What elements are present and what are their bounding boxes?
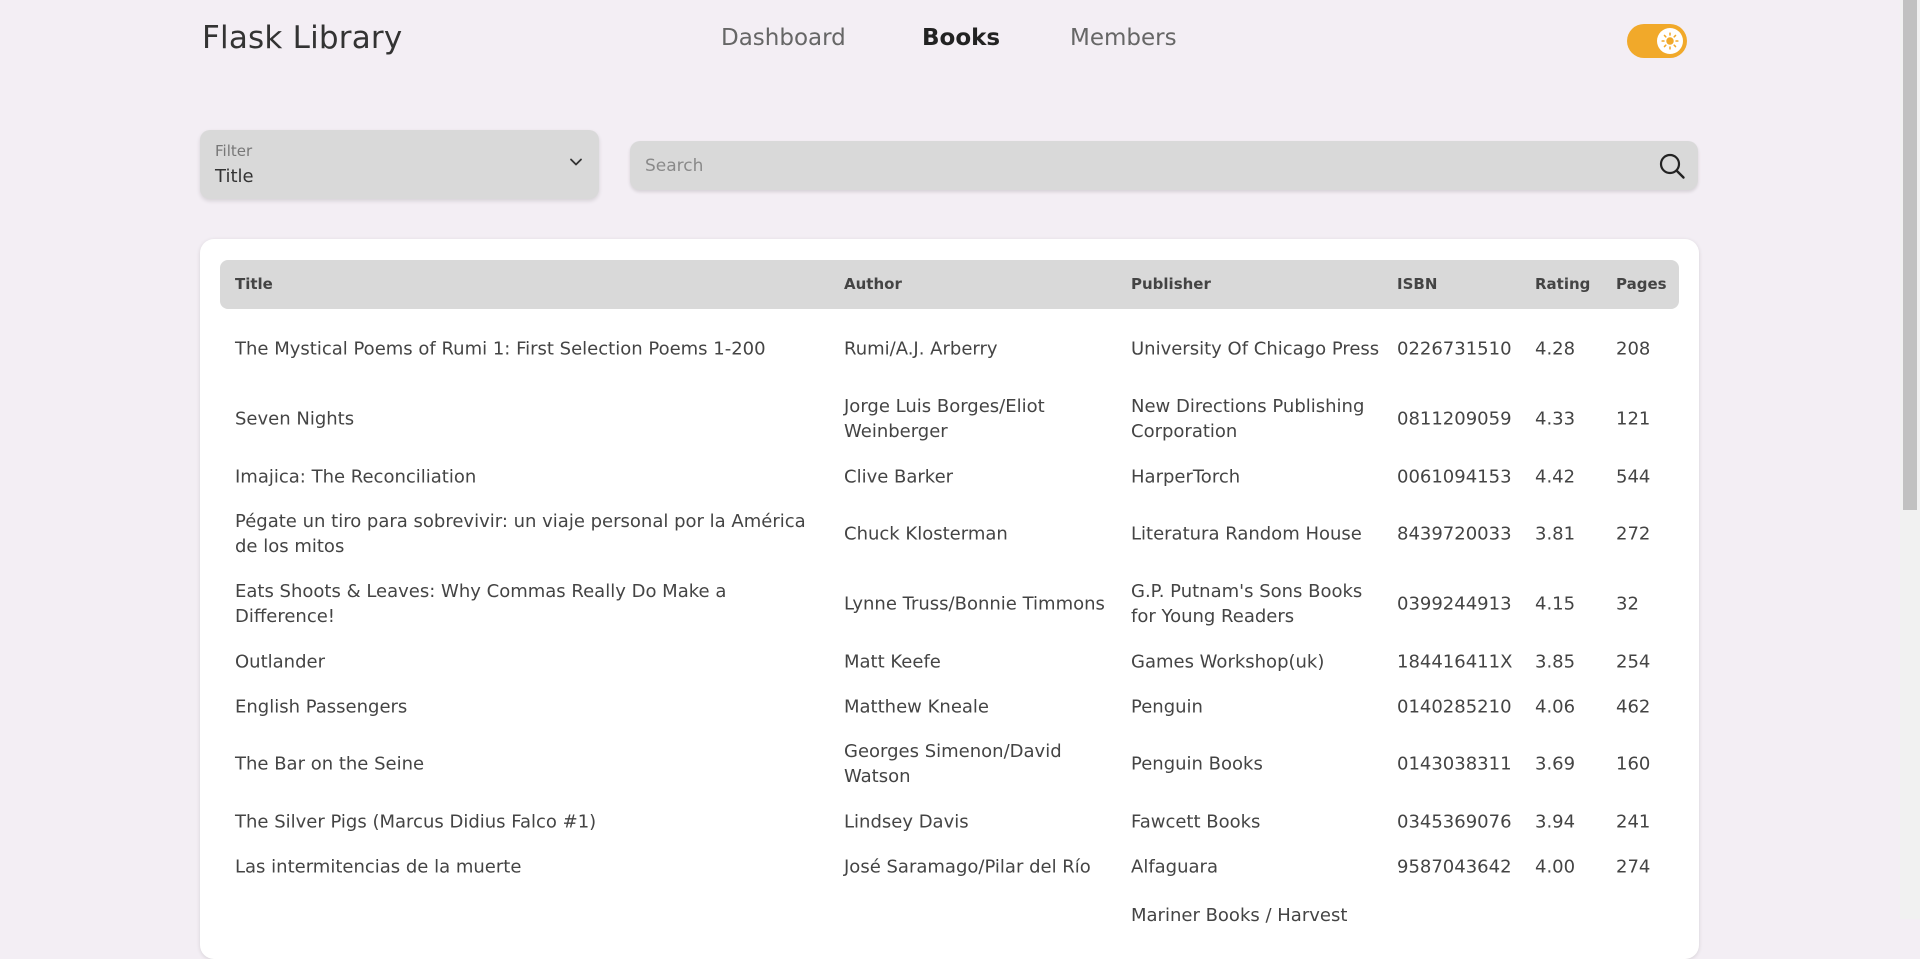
cell-pages: 208 [1616,338,1651,360]
cell-publisher: Alfaguara [1131,856,1218,877]
col-publisher[interactable]: Publisher [1131,275,1211,293]
sun-icon [1661,32,1679,50]
table-row[interactable]: Seven Nights Jorge Luis Borges/Eliot Wei… [220,384,1679,454]
col-rating[interactable]: Rating [1535,275,1590,293]
table-row[interactable]: Pégate un tiro para sobrevivir: un viaje… [220,499,1679,569]
cell-publisher: Mariner Books / Harvest [1131,905,1348,926]
cell-author: Matthew Kneale [844,696,989,717]
cell-author: Clive Barker [844,466,954,487]
table-row[interactable]: Las intermitencias de la muerte José Sar… [220,844,1679,889]
cell-author: Lynne Truss/Bonnie Timmons [844,593,1105,615]
app-title: Flask Library [202,20,403,56]
cell-rating: 3.81 [1535,523,1576,545]
cell-author: José Saramago/Pilar del Río [844,856,1091,877]
cell-title: Seven Nights [235,408,355,430]
search-input[interactable] [630,141,1625,190]
cell-author: Rumi/A.J. Arberry [844,338,998,360]
filter-label: Filter [215,142,253,160]
cell-rating: 4.28 [1535,338,1576,360]
col-isbn[interactable]: ISBN [1397,275,1437,293]
cell-pages: 274 [1616,856,1651,877]
cell-publisher: G.P. Putnam's Sons Books for Young Reade… [1131,581,1363,627]
cell-title: Outlander [235,651,325,672]
theme-toggle[interactable] [1627,24,1687,58]
cell-rating: 3.85 [1535,651,1576,672]
cell-pages: 121 [1616,408,1651,430]
cell-isbn: 0811209059 [1397,408,1512,430]
cell-isbn: 0226731510 [1397,338,1512,360]
cell-author: Matt Keefe [844,651,941,672]
nav-dashboard[interactable]: Dashboard [721,25,846,51]
cell-rating: 4.33 [1535,408,1576,430]
cell-title: Eats Shoots & Leaves: Why Commas Really … [235,581,727,627]
cell-publisher: New Directions Publishing Corporation [1131,396,1365,442]
cell-publisher: Fawcett Books [1131,811,1261,832]
cell-isbn: 9587043642 [1397,856,1512,877]
cell-author: Georges Simenon/David Watson [844,741,1062,787]
cell-title: The Bar on the Seine [235,753,425,775]
chevron-down-icon [570,158,582,166]
nav-books[interactable]: Books [922,25,1000,51]
cell-title: English Passengers [235,696,408,717]
cell-publisher: Literatura Random House [1131,523,1362,545]
cell-publisher: HarperTorch [1131,466,1241,487]
table-row[interactable]: Outlander Matt Keefe Games Workshop(uk) … [220,639,1679,684]
cell-publisher: Penguin Books [1131,753,1263,775]
cell-title: Imajica: The Reconciliation [235,466,477,487]
cell-title: Pégate un tiro para sobrevivir: un viaje… [235,511,806,557]
cell-isbn: 0399244913 [1397,593,1512,615]
cell-title: The Silver Pigs (Marcus Didius Falco #1) [235,811,597,832]
table-row[interactable]: Eats Shoots & Leaves: Why Commas Really … [220,569,1679,639]
cell-isbn: 8439720033 [1397,523,1512,545]
table-row[interactable]: Imajica: The Reconciliation Clive Barker… [220,454,1679,499]
toggle-knob [1657,28,1683,54]
cell-pages: 241 [1616,811,1651,832]
search-bar [630,141,1698,190]
cell-rating: 4.00 [1535,856,1576,877]
cell-rating: 3.69 [1535,753,1576,775]
cell-rating: 4.42 [1535,466,1576,487]
col-title[interactable]: Title [235,275,273,293]
cell-isbn: 184416411X [1397,651,1513,672]
scrollbar-thumb[interactable] [1903,0,1917,510]
cell-rating: 3.94 [1535,811,1576,832]
cell-pages: 160 [1616,753,1651,775]
col-author[interactable]: Author [844,275,902,293]
filter-value: Title [215,166,254,187]
scrollbar[interactable] [1900,0,1920,919]
cell-pages: 544 [1616,466,1651,487]
filter-select[interactable]: Filter Title [200,130,599,199]
table-row[interactable]: The Mystical Poems of Rumi 1: First Sele… [220,314,1679,384]
cell-pages: 272 [1616,523,1651,545]
books-table-card: Title Author Publisher ISBN Rating Pages… [200,239,1699,959]
cell-author: Jorge Luis Borges/Eliot Weinberger [844,396,1045,442]
cell-isbn: 0140285210 [1397,696,1512,717]
cell-pages: 254 [1616,651,1651,672]
cell-publisher: University Of Chicago Press [1131,338,1380,360]
cell-pages: 32 [1616,593,1639,615]
cell-isbn: 0143038311 [1397,753,1512,775]
cell-pages: 462 [1616,696,1651,717]
cell-author: Chuck Klosterman [844,523,1008,545]
table-row[interactable]: Mariner Books / Harvest [220,903,1679,933]
cell-author: Lindsey Davis [844,811,969,832]
col-pages[interactable]: Pages [1616,275,1667,293]
cell-publisher: Games Workshop(uk) [1131,651,1325,672]
cell-publisher: Penguin [1131,696,1203,717]
header: Flask Library Dashboard Books Members [0,0,1900,80]
table-row[interactable]: The Bar on the Seine Georges Simenon/Dav… [220,729,1679,799]
nav-members[interactable]: Members [1070,25,1177,51]
cell-title: Las intermitencias de la muerte [235,856,522,877]
cell-isbn: 0061094153 [1397,466,1512,487]
cell-rating: 4.06 [1535,696,1576,717]
search-icon[interactable] [1658,152,1686,180]
cell-title: The Mystical Poems of Rumi 1: First Sele… [235,338,766,360]
table-header: Title Author Publisher ISBN Rating Pages [220,260,1679,309]
cell-rating: 4.15 [1535,593,1576,615]
cell-isbn: 0345369076 [1397,811,1512,832]
table-row[interactable]: English Passengers Matthew Kneale Pengui… [220,684,1679,729]
table-row[interactable]: The Silver Pigs (Marcus Didius Falco #1)… [220,799,1679,844]
